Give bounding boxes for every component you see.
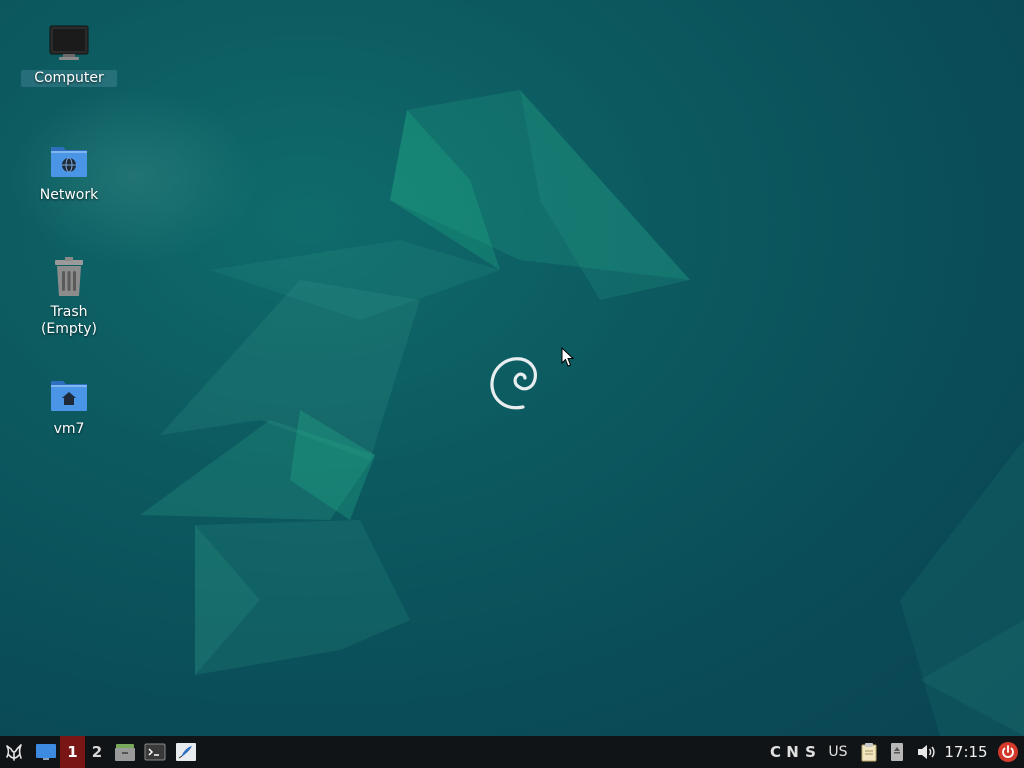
launcher-terminal[interactable] <box>142 736 168 768</box>
whisker-menu-icon <box>6 744 22 761</box>
caps-lock-label: C <box>769 743 781 761</box>
num-lock-indicator: N <box>785 736 800 768</box>
desktop-icon-label: Computer <box>21 70 117 87</box>
desktop-icon-network[interactable]: Network <box>21 139 117 204</box>
desktop-icon-trash[interactable]: Trash (Empty) <box>21 256 117 338</box>
text-editor-icon <box>176 743 196 761</box>
workspace-label: 2 <box>91 743 103 761</box>
launcher-file-manager[interactable] <box>112 736 138 768</box>
terminal-icon <box>144 743 166 761</box>
power-icon <box>998 742 1018 762</box>
mouse-cursor-icon <box>561 347 575 367</box>
volume-button[interactable] <box>913 736 939 768</box>
applications-menu-button[interactable] <box>0 736 28 768</box>
workspace-label: 1 <box>67 743 78 761</box>
speaker-icon <box>918 745 935 759</box>
removable-drive-button[interactable] <box>886 736 908 768</box>
home-folder-icon <box>51 381 87 411</box>
taskbar: 1 2 C N S US 17:15 <box>0 736 1024 768</box>
clock-time: 17:15 <box>944 743 988 761</box>
desktop-icon <box>36 744 56 760</box>
trash-icon <box>55 257 83 296</box>
keyboard-layout-button[interactable]: US <box>824 736 852 768</box>
desktop-icon-label: Network <box>39 187 99 203</box>
desktop[interactable]: Computer Network Trash (Empty) vm7 <box>0 0 1024 736</box>
workspace-2-button[interactable]: 2 <box>85 736 109 768</box>
clipboard-manager-button[interactable] <box>857 736 881 768</box>
clock[interactable]: 17:15 <box>943 736 989 768</box>
power-button[interactable] <box>995 736 1021 768</box>
file-manager-icon <box>115 744 135 761</box>
clipboard-icon <box>861 743 877 762</box>
debian-swirl-logo <box>490 357 537 410</box>
desktop-icon-label: vm7 <box>53 421 85 437</box>
caps-lock-indicator: C <box>768 736 783 768</box>
num-lock-label: N <box>786 743 799 761</box>
network-folder-icon <box>51 147 87 177</box>
workspace-1-button[interactable]: 1 <box>60 736 85 768</box>
desktop-icon-label: Trash (Empty) <box>21 304 117 338</box>
computer-icon <box>49 25 89 60</box>
scroll-lock-indicator: S <box>803 736 818 768</box>
launcher-text-editor[interactable] <box>173 736 199 768</box>
drive-icon <box>891 743 903 761</box>
keyboard-layout-label: US <box>828 744 848 760</box>
scroll-lock-label: S <box>805 743 816 761</box>
desktop-icon-home[interactable]: vm7 <box>21 373 117 438</box>
desktop-icon-computer[interactable]: Computer <box>21 22 117 87</box>
trash-label-line2: (Empty) <box>40 321 98 337</box>
trash-label-line1: Trash <box>50 304 88 320</box>
show-desktop-button[interactable] <box>32 736 60 768</box>
